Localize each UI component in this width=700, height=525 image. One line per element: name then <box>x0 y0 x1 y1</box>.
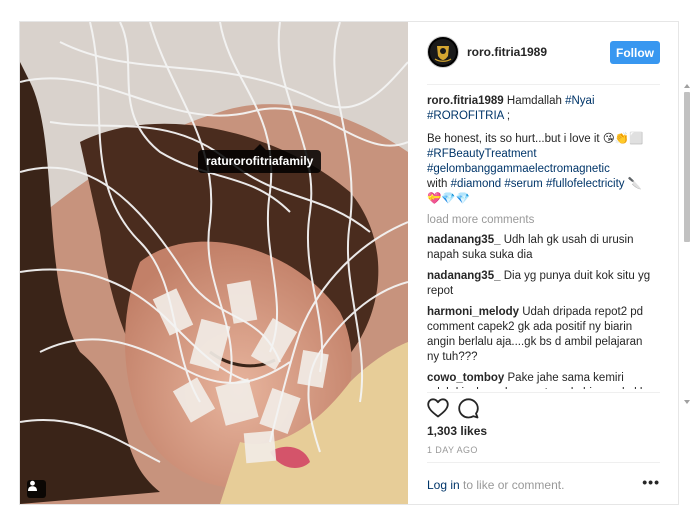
instagram-post: raturorofitriafamily roro.fitria1989 Fol… <box>19 21 690 505</box>
hashtag-link[interactable]: #gelombanggammaelectromagnetic <box>427 163 610 175</box>
post-photo[interactable]: raturorofitriafamily <box>20 22 408 504</box>
comment-box-divider <box>427 462 660 463</box>
post-author-username[interactable]: roro.fitria1989 <box>467 45 547 59</box>
caption-text: with <box>427 178 448 190</box>
login-prompt-text: to like or comment. <box>463 478 565 492</box>
scroll-up-arrow-icon[interactable] <box>684 84 690 88</box>
hashtag-link[interactable]: #ROROFITRIA <box>427 110 504 122</box>
hashtag-link[interactable]: #Nyai <box>565 95 594 107</box>
caption-username[interactable]: roro.fitria1989 <box>427 95 504 107</box>
caption-emoji: 😘👏⬜ <box>602 133 644 145</box>
post-actions <box>427 398 660 422</box>
scroll-down-arrow-icon[interactable] <box>684 400 690 404</box>
load-more-comments-link[interactable]: load more comments <box>427 213 651 228</box>
hashtag-link[interactable]: #RFBeautyTreatment <box>427 148 537 160</box>
header-divider <box>427 84 660 85</box>
comment-item: cowo_tomboy Pake jahe sama kemiri udah k… <box>427 371 651 389</box>
post-sidebar: roro.fitria1989 Follow roro.fitria1989 H… <box>408 22 690 504</box>
comment-username[interactable]: harmoni_melody <box>427 306 519 318</box>
caption: roro.fitria1989 Hamdallah #Nyai #ROROFIT… <box>427 94 651 124</box>
caption-text: ; <box>506 110 511 122</box>
hashtag-link[interactable]: #serum <box>504 178 542 190</box>
comments-scrollbar[interactable] <box>684 84 690 404</box>
add-comment-row: Log in to like or comment. ••• <box>427 474 660 492</box>
follow-button[interactable]: Follow <box>610 41 660 64</box>
comment-item: harmoni_melody Udah dripada repot2 pd co… <box>427 305 651 365</box>
comment-item: nadanang35_ Dia yg punya duit kok situ y… <box>427 269 651 299</box>
caption-body: Be honest, its so hurt...but i love it 😘… <box>427 132 651 207</box>
photo-illustration <box>20 22 408 504</box>
comment-username[interactable]: cowo_tomboy <box>427 372 504 384</box>
likes-count[interactable]: 1,303 likes <box>427 424 487 438</box>
post-header: roro.fitria1989 Follow <box>408 22 678 84</box>
hashtag-link[interactable]: #diamond <box>451 178 502 190</box>
comment-bubble-icon[interactable] <box>458 398 479 419</box>
comments-list[interactable]: roro.fitria1989 Hamdallah #Nyai #ROROFIT… <box>427 94 651 389</box>
avatar[interactable] <box>427 36 459 68</box>
post-timestamp[interactable]: 1 DAY AGO <box>427 445 478 455</box>
person-icon <box>28 480 37 491</box>
login-link[interactable]: Log in <box>427 478 460 492</box>
caption-text: Hamdallah <box>506 95 562 107</box>
comment-username[interactable]: nadanang35_ <box>427 234 501 246</box>
comment-username[interactable]: nadanang35_ <box>427 270 501 282</box>
actions-divider <box>427 392 660 393</box>
heart-icon[interactable] <box>427 398 449 418</box>
user-tag-label[interactable]: raturorofitriafamily <box>198 144 322 173</box>
crest-logo-icon <box>430 39 456 65</box>
hashtag-link[interactable]: #fullofelectricity <box>546 178 625 190</box>
scrollbar-thumb[interactable] <box>684 92 690 242</box>
more-options-icon[interactable]: ••• <box>642 474 660 490</box>
comment-item: nadanang35_ Udh lah gk usah di urusin na… <box>427 233 651 263</box>
show-tags-button[interactable] <box>27 480 46 498</box>
caption-text: Be honest, its so hurt...but i love it <box>427 133 600 145</box>
